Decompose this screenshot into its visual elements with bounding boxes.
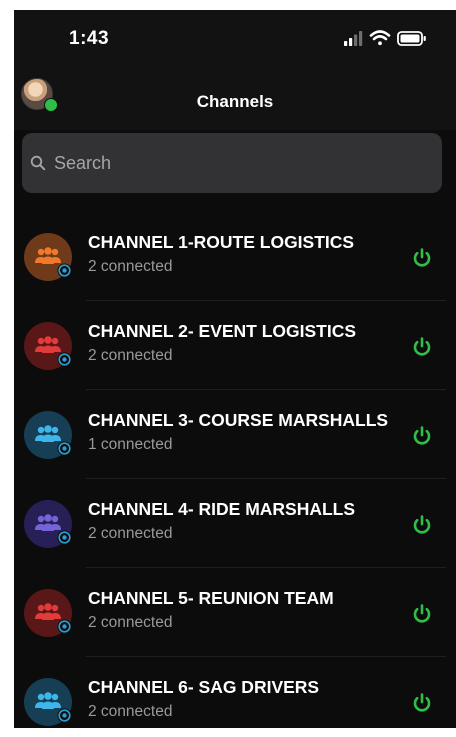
channel-status: 2 connected bbox=[88, 703, 173, 720]
channel-row[interactable]: CHANNEL 2- EVENT LOGISTICS 2 connected bbox=[14, 301, 456, 390]
status-icons bbox=[344, 30, 426, 46]
battery-icon bbox=[397, 31, 426, 46]
channel-badge-icon bbox=[57, 352, 72, 367]
channel-status: 2 connected bbox=[88, 525, 173, 542]
channel-status: 2 connected bbox=[88, 258, 173, 275]
channel-row[interactable]: CHANNEL 6- SAG DRIVERS 2 connected bbox=[14, 657, 456, 728]
power-icon bbox=[413, 248, 431, 267]
search-icon bbox=[30, 155, 46, 171]
channel-name: CHANNEL 4- RIDE MARSHALLS bbox=[88, 499, 356, 519]
channel-list: CHANNEL 1-ROUTE LOGISTICS 2 connected CH… bbox=[14, 212, 456, 728]
channel-row[interactable]: CHANNEL 3- COURSE MARSHALLS 1 connected bbox=[14, 390, 456, 479]
channel-badge-icon bbox=[57, 530, 72, 545]
status-bar: 1:43 bbox=[14, 10, 456, 68]
channel-badge-icon bbox=[57, 619, 72, 634]
channel-badge-icon bbox=[57, 263, 72, 278]
channel-badge-icon bbox=[57, 441, 72, 456]
power-button[interactable] bbox=[411, 692, 433, 714]
status-time: 1:43 bbox=[69, 28, 110, 49]
power-icon bbox=[413, 426, 431, 445]
channel-row[interactable]: CHANNEL 1-ROUTE LOGISTICS 2 connected bbox=[14, 212, 456, 301]
header-bar: Channels bbox=[14, 68, 456, 130]
channel-badge-icon bbox=[57, 708, 72, 723]
channel-name: CHANNEL 3- COURSE MARSHALLS bbox=[88, 410, 389, 430]
page-title: Channels bbox=[196, 92, 274, 111]
search-section bbox=[14, 130, 456, 212]
channel-status: 2 connected bbox=[88, 614, 173, 631]
power-icon bbox=[413, 693, 431, 712]
search-input[interactable] bbox=[54, 152, 414, 174]
channel-row[interactable]: CHANNEL 5- REUNION TEAM 2 connected bbox=[14, 568, 456, 657]
channel-name: CHANNEL 5- REUNION TEAM bbox=[88, 588, 334, 608]
channel-row[interactable]: CHANNEL 4- RIDE MARSHALLS 2 connected bbox=[14, 479, 456, 568]
power-button[interactable] bbox=[411, 247, 433, 269]
phone-screen: 1:43 Channels Search CHANNEL 1-ROUTE LOG… bbox=[14, 10, 456, 728]
power-button[interactable] bbox=[411, 514, 433, 536]
channel-name: CHANNEL 6- SAG DRIVERS bbox=[88, 677, 320, 697]
wifi-icon bbox=[369, 30, 391, 46]
cellular-signal-icon bbox=[344, 31, 363, 46]
power-icon bbox=[413, 604, 431, 623]
channel-status: 2 connected bbox=[88, 347, 173, 364]
channel-name: CHANNEL 1-ROUTE LOGISTICS bbox=[88, 232, 355, 252]
power-button[interactable] bbox=[411, 336, 433, 358]
channel-status: 1 connected bbox=[88, 436, 173, 453]
power-icon bbox=[413, 515, 431, 534]
power-icon bbox=[413, 337, 431, 356]
power-button[interactable] bbox=[411, 425, 433, 447]
search-box[interactable] bbox=[22, 133, 442, 193]
channel-name: CHANNEL 2- EVENT LOGISTICS bbox=[88, 321, 357, 341]
power-button[interactable] bbox=[411, 603, 433, 625]
